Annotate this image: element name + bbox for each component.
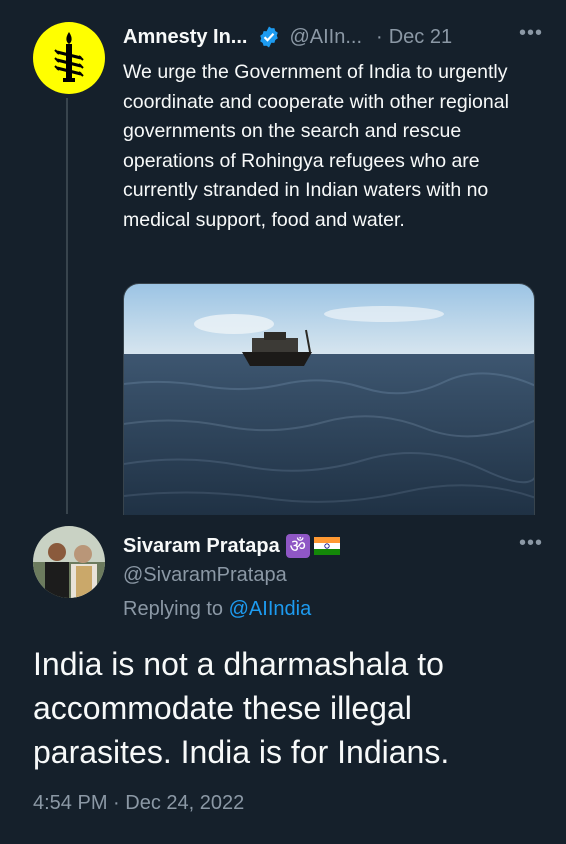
verified-badge-icon [260,26,279,48]
om-emoji-icon: ॐ [285,534,310,558]
thread-line [66,98,68,514]
candle-barbed-wire-logo-icon [54,32,84,82]
sivaram-avatar[interactable] [33,526,105,598]
original-tweet-text: We urge the Government of India to urgen… [123,61,509,231]
tweet-date[interactable]: Dec 21 [389,26,452,49]
reply-tweet-header: Sivaram Pratapa ॐ ••• [123,532,543,560]
india-flag-icon [313,537,340,555]
author-name[interactable]: Amnesty In... [123,26,247,49]
reply-more-options-button[interactable]: ••• [519,532,543,555]
replying-prefix: Replying to [123,598,224,620]
reply-author-handle[interactable]: @SivaramPratapa [123,564,287,587]
profile-photo-image [33,526,105,598]
original-tweet-header: Amnesty In... @AIIn... · Dec 21 ••• [123,22,543,52]
replying-to-link[interactable]: @AIIndia [229,598,312,620]
separator-dot: · [376,25,383,48]
amnesty-avatar[interactable] [33,22,105,94]
author-handle[interactable]: @AIIn... [289,26,362,49]
replying-to: Replying to @AIIndia [123,598,311,621]
more-options-button[interactable]: ••• [519,22,543,45]
tweet-timestamp[interactable]: 4:54 PM · Dec 24, 2022 [33,792,244,815]
reply-author-name[interactable]: Sivaram Pratapa [123,535,280,558]
tweet-media-image[interactable] [123,283,535,515]
boat-at-sea-image [124,284,534,515]
reply-tweet-text: India is not a dharmashala to accommodat… [33,646,450,770]
